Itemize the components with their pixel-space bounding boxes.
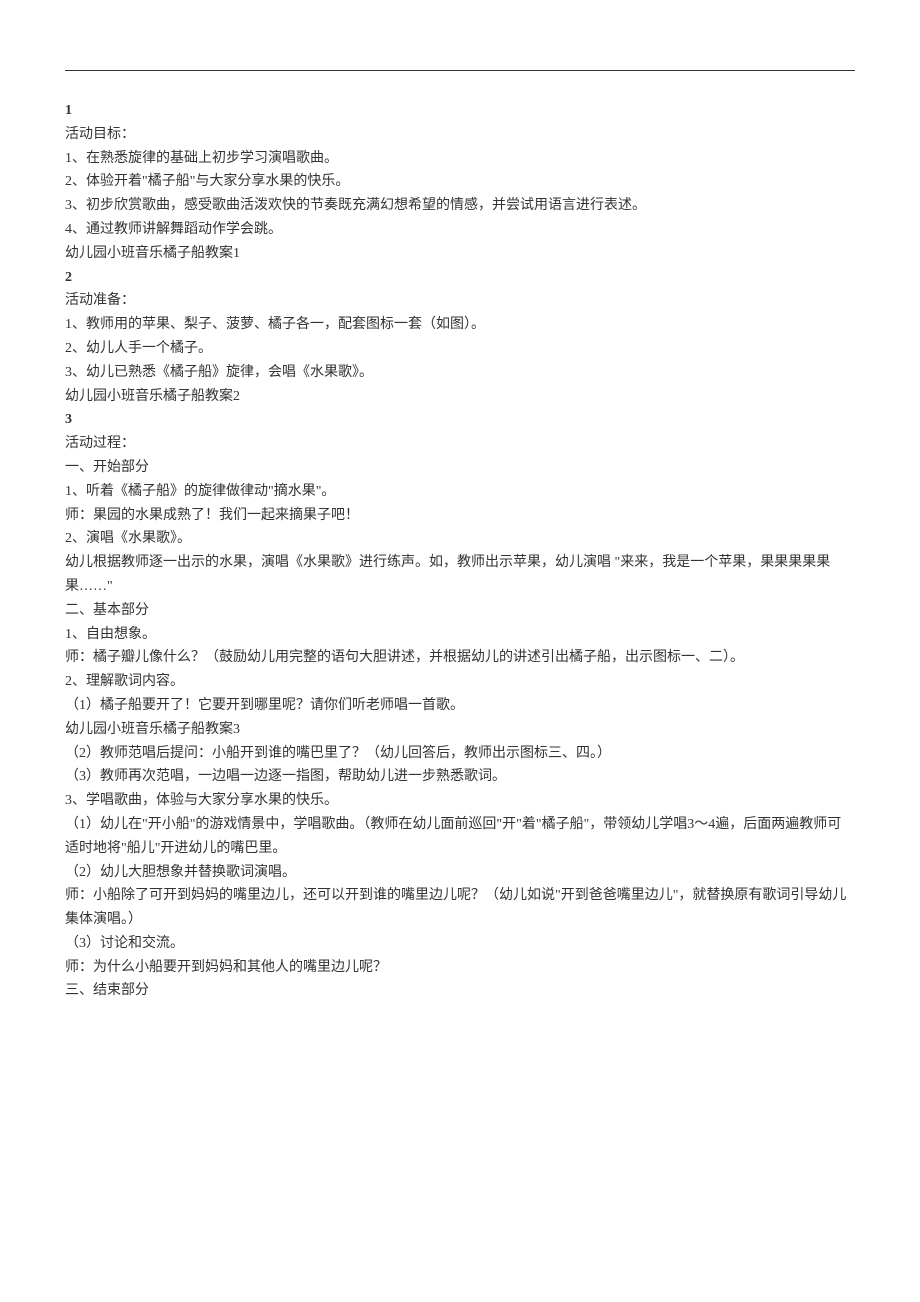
paragraph-line: 3、初步欣赏歌曲，感受歌曲活泼欢快的节奏既充满幻想希望的情感，并尝试用语言进行表… xyxy=(65,194,855,218)
paragraph-line: 一、开始部分 xyxy=(65,456,855,480)
paragraph-line: （3）讨论和交流。 xyxy=(65,932,855,956)
paragraph-line: 幼儿园小班音乐橘子船教案1 xyxy=(65,242,855,266)
paragraph-line: 2、理解歌词内容。 xyxy=(65,670,855,694)
paragraph-line: 1、教师用的苹果、梨子、菠萝、橘子各一，配套图标一套（如图）。 xyxy=(65,313,855,337)
horizontal-rule xyxy=(65,70,855,71)
paragraph-line: 三、结束部分 xyxy=(65,979,855,1003)
section-number: 1 xyxy=(65,99,855,123)
document-body: 1活动目标：1、在熟悉旋律的基础上初步学习演唱歌曲。2、体验开着"橘子船"与大家… xyxy=(65,99,855,1003)
paragraph-line: 师：为什么小船要开到妈妈和其他人的嘴里边儿呢？ xyxy=(65,956,855,980)
paragraph-line: （1）橘子船要开了！它要开到哪里呢？请你们听老师唱一首歌。 xyxy=(65,694,855,718)
paragraph-line: （2）幼儿大胆想象并替换歌词演唱。 xyxy=(65,861,855,885)
paragraph-line: 师：小船除了可开到妈妈的嘴里边儿，还可以开到谁的嘴里边儿呢？（幼儿如说"开到爸爸… xyxy=(65,884,855,932)
paragraph-line: 1、在熟悉旋律的基础上初步学习演唱歌曲。 xyxy=(65,147,855,171)
paragraph-line: 1、听着《橘子船》的旋律做律动"摘水果"。 xyxy=(65,480,855,504)
paragraph-line: （3）教师再次范唱，一边唱一边逐一指图，帮助幼儿进一步熟悉歌词。 xyxy=(65,765,855,789)
paragraph-line: 2、幼儿人手一个橘子。 xyxy=(65,337,855,361)
section-number: 3 xyxy=(65,408,855,432)
paragraph-line: 师：橘子瓣儿像什么？（鼓励幼儿用完整的语句大胆讲述，并根据幼儿的讲述引出橘子船，… xyxy=(65,646,855,670)
section-number: 2 xyxy=(65,266,855,290)
paragraph-line: 二、基本部分 xyxy=(65,599,855,623)
paragraph-line: 活动准备： xyxy=(65,289,855,313)
paragraph-line: 幼儿园小班音乐橘子船教案2 xyxy=(65,385,855,409)
paragraph-line: 幼儿根据教师逐一出示的水果，演唱《水果歌》进行练声。如，教师出示苹果，幼儿演唱 … xyxy=(65,551,855,599)
document-page: 1活动目标：1、在熟悉旋律的基础上初步学习演唱歌曲。2、体验开着"橘子船"与大家… xyxy=(0,0,920,1302)
paragraph-line: 活动目标： xyxy=(65,123,855,147)
paragraph-line: 4、通过教师讲解舞蹈动作学会跳。 xyxy=(65,218,855,242)
paragraph-line: 活动过程： xyxy=(65,432,855,456)
paragraph-line: （2）教师范唱后提问：小船开到谁的嘴巴里了？（幼儿回答后，教师出示图标三、四。） xyxy=(65,742,855,766)
paragraph-line: 幼儿园小班音乐橘子船教案3 xyxy=(65,718,855,742)
paragraph-line: 1、自由想象。 xyxy=(65,623,855,647)
paragraph-line: 2、演唱《水果歌》。 xyxy=(65,527,855,551)
paragraph-line: （1）幼儿在"开小船"的游戏情景中，学唱歌曲。（教师在幼儿面前巡回"开"着"橘子… xyxy=(65,813,855,861)
paragraph-line: 3、幼儿已熟悉《橘子船》旋律，会唱《水果歌》。 xyxy=(65,361,855,385)
paragraph-line: 3、学唱歌曲，体验与大家分享水果的快乐。 xyxy=(65,789,855,813)
paragraph-line: 2、体验开着"橘子船"与大家分享水果的快乐。 xyxy=(65,170,855,194)
paragraph-line: 师：果园的水果成熟了！我们一起来摘果子吧！ xyxy=(65,504,855,528)
